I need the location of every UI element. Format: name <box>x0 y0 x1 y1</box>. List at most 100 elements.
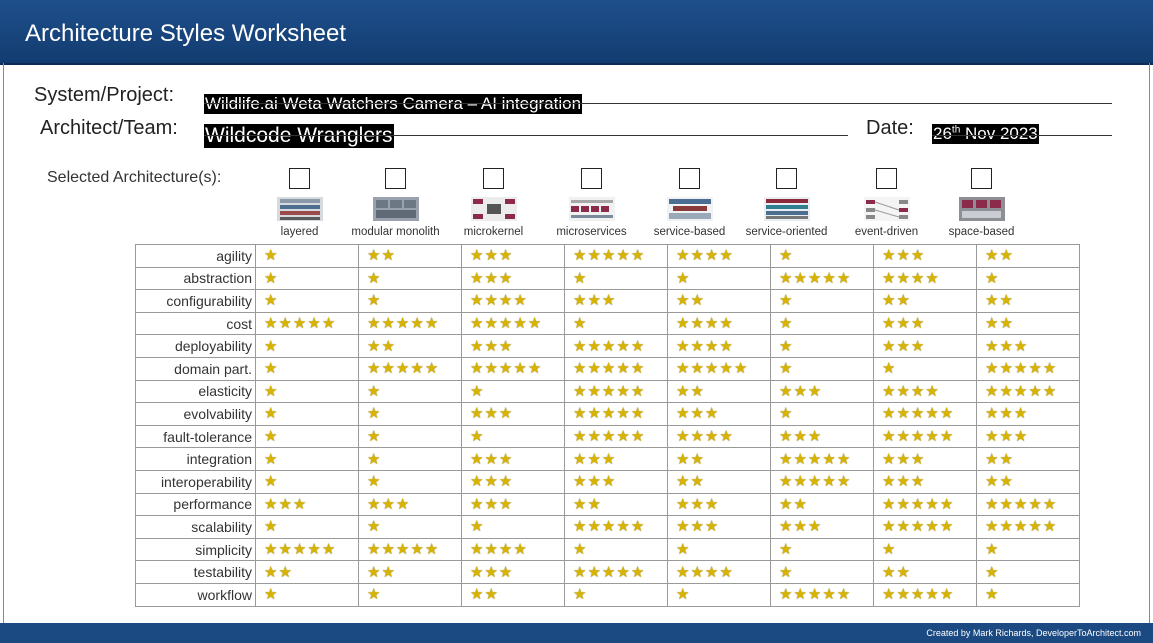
rating-cell: ★★★★★ <box>255 537 359 562</box>
star-icon: ★ <box>484 495 499 513</box>
date-value[interactable]: 26th Nov 2023 <box>932 124 1039 144</box>
architect-team-underline <box>204 135 848 136</box>
star-icon: ★ <box>587 495 602 513</box>
star-icon: ★ <box>367 405 382 423</box>
title-bar: Architecture Styles Worksheet <box>0 0 1153 65</box>
rating-cell: ★★ <box>873 289 977 313</box>
star-icon: ★ <box>1042 382 1058 400</box>
star-icon: ★ <box>690 473 705 491</box>
star-icon: ★ <box>498 450 514 468</box>
style-name-service-oriented: service-oriented <box>745 226 828 238</box>
characteristic-label: cost <box>135 311 256 336</box>
rating-cell: ★★★ <box>461 334 565 358</box>
star-icon: ★ <box>999 495 1014 513</box>
style-name-microservices: microservices <box>556 226 627 238</box>
star-icon: ★ <box>367 473 382 491</box>
star-icon: ★ <box>1042 518 1058 536</box>
star-icon: ★ <box>573 269 588 287</box>
star-icon: ★ <box>882 247 897 265</box>
star-icon: ★ <box>779 563 794 581</box>
table-row: agility ★ ★★ ★★★ ★★★★★ ★★★★ ★ ★★★ ★★ <box>135 244 1080 268</box>
rating-cell: ★★★ <box>461 402 565 426</box>
rating-cell: ★ <box>770 402 874 426</box>
star-icon: ★ <box>793 473 808 491</box>
star-icon: ★ <box>676 473 691 491</box>
star-icon: ★ <box>690 337 705 355</box>
system-project-label: System/Project: <box>34 84 175 106</box>
rating-cell: ★★★ <box>255 492 359 517</box>
star-icon: ★ <box>264 586 279 604</box>
characteristic-label: domain part. <box>135 356 256 381</box>
star-icon: ★ <box>616 247 631 265</box>
rating-cell: ★★★★ <box>667 334 771 358</box>
star-icon: ★ <box>925 495 940 513</box>
star-icon: ★ <box>676 247 691 265</box>
star-icon: ★ <box>513 315 528 333</box>
star-icon: ★ <box>939 586 955 604</box>
select-service-based-checkbox[interactable] <box>679 168 700 189</box>
star-icon: ★ <box>779 450 794 468</box>
select-space-based-checkbox[interactable] <box>971 168 992 189</box>
rating-cell: ★ <box>976 266 1080 291</box>
star-icon: ★ <box>484 405 499 423</box>
rating-cell: ★★★★★ <box>770 447 874 471</box>
star-icon: ★ <box>1013 428 1029 446</box>
characteristic-label: interoperability <box>135 469 256 494</box>
select-service-oriented-checkbox[interactable] <box>776 168 797 189</box>
star-icon: ★ <box>836 586 852 604</box>
rating-cell: ★ <box>770 289 874 313</box>
star-icon: ★ <box>779 495 794 513</box>
select-event-driven-checkbox[interactable] <box>876 168 897 189</box>
star-icon: ★ <box>367 495 382 513</box>
modular-monolith-diagram-icon <box>373 197 419 221</box>
star-icon: ★ <box>484 541 499 559</box>
star-icon: ★ <box>498 495 514 513</box>
star-icon: ★ <box>807 450 823 468</box>
column-header-service-based: service-based <box>641 166 738 242</box>
star-icon: ★ <box>882 292 897 310</box>
select-microkernel-checkbox[interactable] <box>483 168 504 189</box>
star-icon: ★ <box>822 450 837 468</box>
star-icon: ★ <box>896 450 911 468</box>
star-icon: ★ <box>704 247 720 265</box>
characteristic-label: agility <box>135 244 256 268</box>
select-modular-monolith-checkbox[interactable] <box>385 168 406 189</box>
star-icon: ★ <box>985 269 1000 287</box>
star-icon: ★ <box>484 292 499 310</box>
star-icon: ★ <box>424 541 440 559</box>
system-project-value[interactable]: Wildlife.ai Weta Watchers Camera – AI in… <box>204 94 583 114</box>
rating-cell: ★ <box>976 582 1080 607</box>
star-icon: ★ <box>676 518 691 536</box>
star-icon: ★ <box>822 269 837 287</box>
select-layered-checkbox[interactable] <box>289 168 310 189</box>
rating-cell: ★ <box>564 537 668 562</box>
table-row: testability ★★ ★★ ★★★ ★★★★★ ★★★★ ★ ★★ ★ <box>135 560 1080 584</box>
star-icon: ★ <box>367 292 382 310</box>
select-microservices-checkbox[interactable] <box>581 168 602 189</box>
rating-cell: ★★★★ <box>873 379 977 404</box>
star-icon: ★ <box>381 360 396 378</box>
star-icon: ★ <box>999 337 1014 355</box>
rating-cell: ★ <box>770 537 874 562</box>
architect-team-value[interactable]: Wildcode Wranglers <box>204 124 394 148</box>
star-icon: ★ <box>498 405 514 423</box>
rating-cell: ★ <box>358 424 462 449</box>
star-icon: ★ <box>999 315 1014 333</box>
star-icon: ★ <box>264 292 279 310</box>
rating-cell: ★ <box>255 402 359 426</box>
star-icon: ★ <box>601 405 617 423</box>
star-icon: ★ <box>779 292 794 310</box>
star-icon: ★ <box>395 315 411 333</box>
rating-cell: ★★ <box>667 289 771 313</box>
star-icon: ★ <box>896 495 911 513</box>
star-icon: ★ <box>498 473 514 491</box>
column-header-microkernel: microkernel <box>445 166 542 242</box>
rating-cell: ★★★ <box>461 492 565 517</box>
star-icon: ★ <box>999 292 1014 310</box>
star-icon: ★ <box>630 337 646 355</box>
rating-cell: ★★★ <box>461 469 565 494</box>
star-icon: ★ <box>573 315 588 333</box>
star-icon: ★ <box>985 518 1000 536</box>
star-icon: ★ <box>676 315 691 333</box>
rating-cell: ★★★★ <box>461 289 565 313</box>
